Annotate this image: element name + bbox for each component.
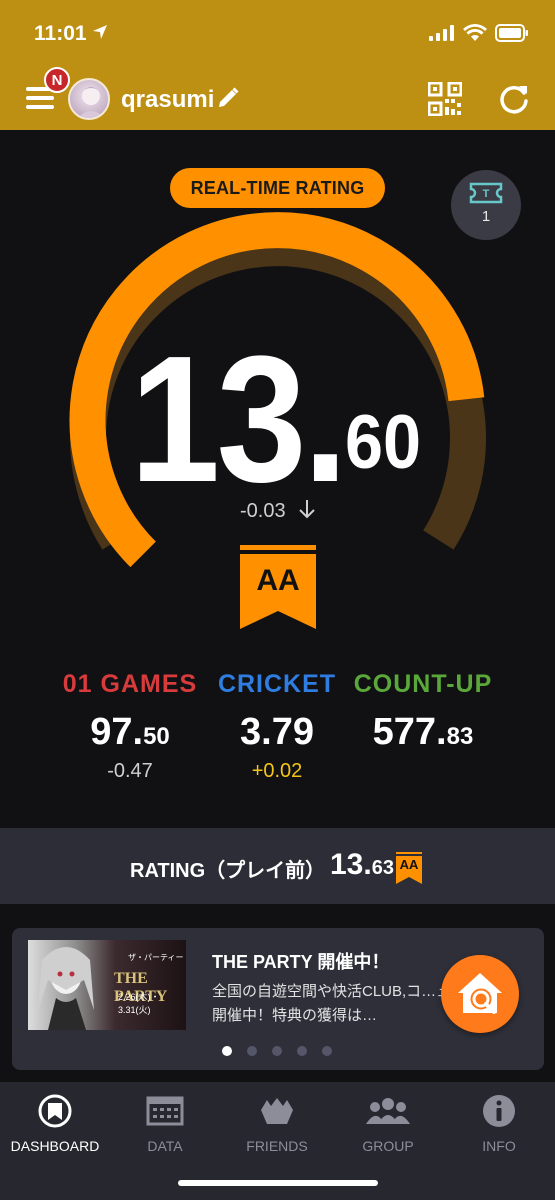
- tab-label: DATA: [147, 1138, 183, 1154]
- avatar[interactable]: [68, 78, 110, 120]
- previous-rating-label: RATING（プレイ前）: [130, 860, 326, 882]
- home-indicator: [178, 1180, 378, 1186]
- previous-rating-bar: RATING（プレイ前） 13.63 AA: [0, 828, 555, 904]
- carousel-dot[interactable]: [272, 1046, 282, 1056]
- carousel-dot[interactable]: [247, 1046, 257, 1056]
- username: qrasumi: [121, 86, 215, 113]
- stat-count-up[interactable]: COUNT-UP 577.83: [343, 670, 503, 760]
- character-illustration-icon: [38, 947, 94, 1030]
- ticket-count: 1: [481, 208, 491, 225]
- stat-change: -0.47: [107, 760, 153, 782]
- news-thumb-subtitle: ザ・パーティー: [128, 953, 184, 962]
- ticket-button[interactable]: T 1: [451, 170, 521, 240]
- refresh-icon[interactable]: [497, 82, 531, 116]
- stat-cricket[interactable]: CRICKET 3.79 +0.02: [197, 670, 357, 783]
- stat-change: +0.02: [251, 760, 303, 782]
- carousel-dot[interactable]: [322, 1046, 332, 1056]
- status-time: 11:01: [34, 22, 87, 45]
- stat-label: 01 GAMES: [62, 670, 198, 698]
- tab-data[interactable]: DATA: [110, 1094, 220, 1154]
- tab-friends[interactable]: FRIENDS: [222, 1094, 332, 1154]
- location-icon: [93, 25, 107, 39]
- home-search-icon: [458, 973, 502, 1014]
- news-title: THE PARTY 開催中！: [212, 952, 390, 972]
- stat-value: 97.50: [90, 711, 170, 753]
- realtime-rating-label: REAL-TIME RATING: [170, 168, 385, 208]
- shop-search-button[interactable]: [441, 955, 519, 1033]
- status-indicators: [429, 24, 529, 42]
- avatar-image-icon: [77, 87, 105, 118]
- tab-info[interactable]: INFO: [444, 1094, 554, 1154]
- notification-badge: N: [44, 67, 70, 93]
- wifi-icon: [463, 24, 487, 41]
- qr-code-icon[interactable]: [428, 82, 462, 116]
- news-thumbnail: ザ・パーティー THE PARTY 2.26(木)・3.31(火): [28, 940, 186, 1030]
- battery-icon: [495, 24, 528, 42]
- stat-label: COUNT-UP: [353, 670, 493, 698]
- svg-text:T: T: [483, 188, 490, 200]
- carousel-dot[interactable]: [222, 1046, 232, 1056]
- arrow-down-icon: [299, 500, 315, 519]
- stat-value: 3.79: [240, 711, 314, 753]
- info-icon: [483, 1095, 515, 1127]
- friends-icon: [261, 1098, 293, 1124]
- grade-label: AA: [256, 564, 300, 597]
- news-thumb-dates: 2.26(木)・3.31(火): [118, 992, 160, 1015]
- data-icon: [146, 1096, 184, 1126]
- stat-label: CRICKET: [217, 670, 337, 698]
- rating-decimal: 60: [345, 400, 422, 485]
- dashboard-icon: [38, 1094, 72, 1128]
- stat-01-games[interactable]: 01 GAMES 97.50 -0.47: [50, 670, 210, 783]
- carousel-dot[interactable]: [297, 1046, 307, 1056]
- tab-label: DASHBOARD: [10, 1138, 100, 1154]
- ticket-icon: T: [469, 182, 503, 204]
- previous-grade-label: AA: [399, 857, 419, 872]
- tab-dashboard[interactable]: DASHBOARD: [0, 1094, 110, 1154]
- signal-icon: [429, 25, 454, 41]
- edit-pencil-icon[interactable]: [216, 86, 240, 110]
- rating-change: -0.03: [240, 500, 286, 522]
- tab-label: INFO: [482, 1138, 516, 1154]
- previous-rating-value: 13.63: [330, 848, 394, 881]
- tab-label: FRIENDS: [246, 1138, 308, 1154]
- carousel-dots: [222, 1046, 332, 1056]
- stat-value: 577.83: [372, 711, 474, 753]
- tab-label: GROUP: [362, 1138, 414, 1154]
- tab-group[interactable]: GROUP: [333, 1094, 443, 1154]
- app-header: 11:01 N qrasumi: [0, 0, 555, 130]
- dashboard-main: REAL-TIME RATING T 1 13. 60 -0.03 AA 01 …: [0, 130, 555, 830]
- stats-row: 01 GAMES 97.50 -0.47 CRICKET 3.79 +0.02 …: [0, 670, 555, 790]
- group-icon: [366, 1098, 410, 1124]
- rating-integer: 13.: [130, 319, 348, 520]
